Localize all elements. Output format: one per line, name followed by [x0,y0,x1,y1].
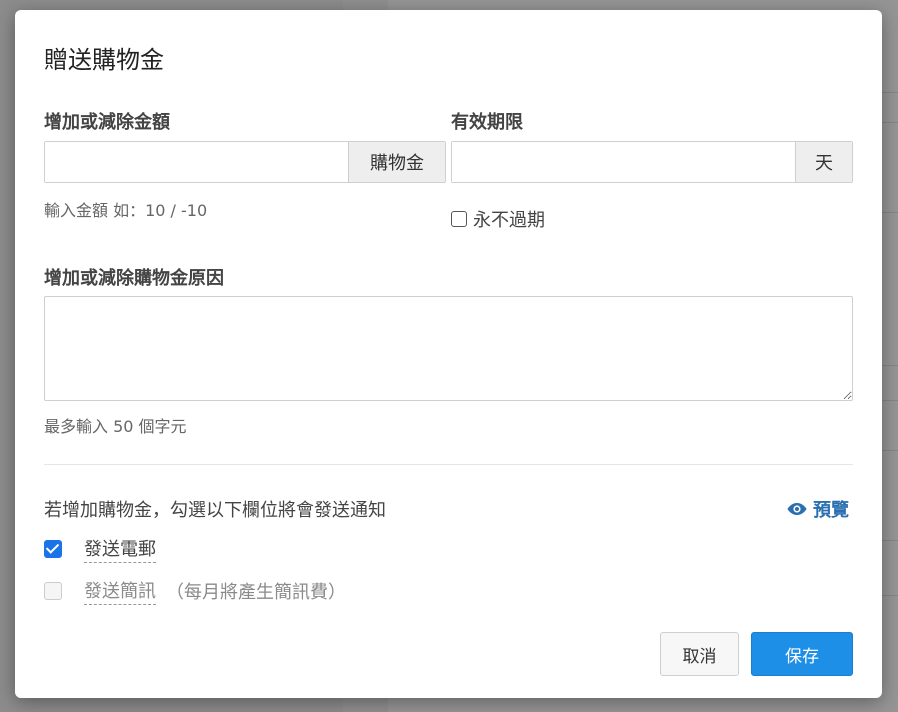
send-sms-option[interactable]: 發送簡訊 （每月將產生簡訊費） [44,577,346,605]
reason-textarea[interactable] [44,296,853,401]
amount-label: 增加或減除金額 [44,112,170,133]
send-email-option[interactable]: 發送電郵 [44,535,156,563]
never-expire-option[interactable]: 永不過期 [451,206,545,232]
amount-input-group: 購物金 [44,141,446,183]
send-sms-label: 發送簡訊 [84,577,156,605]
notify-instruction: 若增加購物金，勾選以下欄位將會發送通知 [44,500,386,521]
section-divider [44,464,853,465]
preview-link[interactable]: 預覽 [787,496,849,522]
amount-input[interactable] [45,142,348,182]
save-button[interactable]: 保存 [751,632,853,676]
reason-label: 增加或減除購物金原因 [44,268,224,289]
modal-title: 贈送購物金 [44,46,164,74]
never-expire-label: 永不過期 [473,210,545,231]
cancel-button[interactable]: 取消 [660,632,739,676]
send-sms-note: （每月將產生簡訊費） [166,582,346,603]
never-expire-checkbox[interactable] [451,211,467,227]
expiry-addon: 天 [795,142,852,182]
reason-hint: 最多輸入 50 個字元 [44,417,187,436]
expiry-label: 有效期限 [451,112,523,133]
send-sms-checkbox[interactable] [44,582,62,600]
amount-hint: 輸入金額 如：10 / -10 [44,201,208,220]
preview-label: 預覽 [813,500,849,521]
send-email-label: 發送電郵 [84,535,156,563]
eye-icon [787,503,807,515]
gift-credit-modal: 贈送購物金 增加或減除金額 購物金 輸入金額 如：10 / -10 有效期限 天… [15,10,882,698]
expiry-input-group: 天 [451,141,853,183]
send-email-checkbox[interactable] [44,540,62,558]
amount-addon: 購物金 [348,142,445,182]
expiry-input[interactable] [452,142,795,182]
